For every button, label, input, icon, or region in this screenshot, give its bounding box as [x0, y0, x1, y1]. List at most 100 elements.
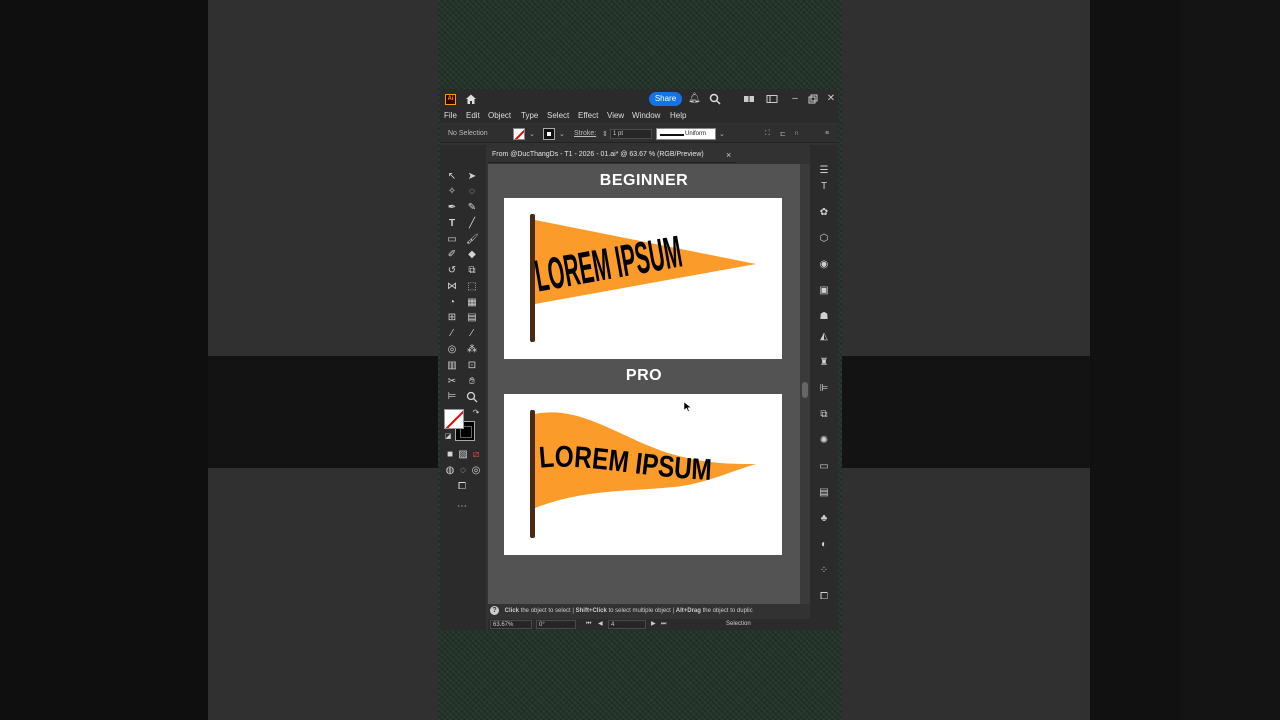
variable-width-profile[interactable]: Uniform [656, 128, 716, 140]
color-guide-panel-icon[interactable]: ◭ [818, 331, 830, 343]
character-panel-icon[interactable]: T [818, 181, 830, 193]
draw-inside-icon[interactable]: ◎ [470, 465, 482, 477]
grid-panel-icon[interactable]: ⁘ [818, 565, 830, 577]
help-icon[interactable]: ? [490, 606, 499, 615]
stroke-label[interactable]: Stroke: [574, 130, 596, 137]
bell-icon[interactable]: 🔔︎ [688, 93, 701, 105]
stroke-weight-input[interactable]: 1 pt [610, 129, 652, 139]
gradient-tool-icon[interactable]: ▤ [466, 312, 478, 324]
symbol-sprayer-tool-icon[interactable]: ⁂ [466, 344, 478, 356]
restore-icon[interactable] [807, 93, 819, 105]
first-artboard-icon[interactable]: ⏮ [586, 619, 591, 630]
fill-color-well[interactable] [444, 409, 464, 429]
appearance-panel-icon[interactable]: ✺ [818, 435, 830, 447]
rotate-tool-icon[interactable]: ↺ [446, 265, 458, 277]
free-transform-tool-icon[interactable]: ⬚ [466, 281, 478, 293]
properties-panel-icon[interactable]: ☰ [818, 165, 830, 177]
menu-object[interactable]: Object [488, 111, 511, 120]
curvature-tool-icon[interactable]: ✎ [466, 202, 478, 214]
align-tool-icon[interactable]: ⊨ [446, 391, 458, 403]
paintbrush-tool-icon[interactable]: 🖌︎ [466, 234, 479, 246]
shaper-tool-icon[interactable]: ✐ [446, 249, 458, 261]
direct-selection-tool-icon[interactable]: ➤ [466, 171, 478, 183]
pen-tool-icon[interactable]: ✒ [446, 202, 458, 214]
transform-icon[interactable]: ⛶ [765, 130, 770, 138]
rotation-field[interactable]: 0° [536, 620, 576, 629]
vertical-scrollbar[interactable] [800, 164, 810, 604]
draw-normal-icon[interactable]: ◍ [444, 465, 456, 477]
puppet-panel-icon[interactable]: ♜ [818, 357, 830, 369]
blend-tool-icon[interactable]: ◎ [446, 344, 458, 356]
align-panel-icon[interactable]: ⊫ [818, 383, 830, 395]
column-graph-tool-icon[interactable]: ▥ [446, 360, 458, 372]
measure-tool-icon[interactable]: ∕ [466, 328, 478, 340]
artboard-beginner[interactable]: LOREM IPSUM [504, 198, 782, 359]
stroke-stepper-icon[interactable]: ⇕ [602, 130, 608, 138]
close-tab-icon[interactable]: × [726, 147, 731, 163]
artboard-tool-icon[interactable]: ⊡ [466, 360, 478, 372]
swap-fill-stroke-icon[interactable]: ↷ [470, 407, 482, 419]
screen-mode-icon[interactable]: ⧠ [456, 481, 468, 493]
color-mode-icon[interactable]: ■ [444, 449, 456, 461]
menu-file[interactable]: File [444, 111, 457, 120]
width-tool-icon[interactable]: ⋈ [446, 281, 458, 293]
export-panel-icon[interactable]: ⧠ [818, 591, 830, 603]
stroke-swatch[interactable] [543, 128, 555, 140]
shape-builder-tool-icon[interactable]: ◔ [446, 297, 458, 309]
type-tool-icon[interactable]: T [446, 218, 458, 230]
fill-dropdown-chevron-icon[interactable]: ⌄ [529, 130, 535, 138]
hand-tool-icon[interactable]: ✋︎ [466, 376, 478, 388]
previous-artboard-icon[interactable]: ◀ [598, 619, 603, 630]
swatches-panel-icon[interactable]: ☗ [818, 311, 830, 323]
menu-effect[interactable]: Effect [578, 111, 598, 120]
rectangle-tool-icon[interactable]: ▭ [446, 234, 458, 246]
color-panel-icon[interactable]: ◉ [818, 259, 830, 271]
fill-swatch[interactable] [513, 128, 525, 140]
stroke-dropdown-chevron-icon[interactable]: ⌄ [559, 130, 565, 138]
minimize-icon[interactable]: – [789, 93, 801, 105]
pennant-pro[interactable]: LOREM IPSUM [504, 394, 782, 555]
selection-tool-icon[interactable]: ↖ [446, 171, 458, 183]
next-artboard-icon[interactable]: ▶ [651, 619, 656, 630]
last-artboard-icon[interactable]: ⏭ [661, 619, 666, 630]
profile-dropdown-chevron-icon[interactable]: ⌄ [719, 130, 725, 138]
pennant-beginner[interactable]: LOREM IPSUM [504, 198, 782, 359]
search-icon[interactable] [709, 93, 721, 105]
zoom-tool-icon[interactable] [466, 391, 478, 403]
menu-help[interactable]: Help [670, 111, 686, 120]
mesh-tool-icon[interactable]: ⊞ [446, 312, 458, 324]
menu-view[interactable]: View [607, 111, 624, 120]
line-segment-tool-icon[interactable]: ╱ [466, 218, 478, 230]
canvas[interactable]: BEGINNER LOREM IPSUM PRO LOREM IPSUM [488, 164, 800, 604]
artboard-pro[interactable]: LOREM IPSUM [504, 394, 782, 555]
close-window-icon[interactable]: ✕ [825, 93, 837, 105]
menu-select[interactable]: Select [547, 111, 569, 120]
zoom-level-field[interactable]: 63.67% [490, 620, 532, 629]
scrollbar-thumb[interactable] [802, 382, 808, 398]
symbols-panel-icon[interactable]: ♣ [818, 513, 830, 525]
align-icon[interactable]: ⊏ [780, 130, 786, 138]
eyedropper-tool-icon[interactable]: ⁄ [446, 328, 458, 340]
gradient-panel-icon[interactable]: ▭ [818, 461, 830, 473]
transparency-panel-icon[interactable]: ▤ [818, 487, 830, 499]
document-tab[interactable]: From @DucThangDs - T1 - 2026 - 01.ai* @ … [488, 147, 736, 163]
menu-edit[interactable]: Edit [466, 111, 480, 120]
lasso-tool-icon[interactable]: ◌ [466, 186, 478, 198]
perspective-grid-tool-icon[interactable]: ▦ [466, 297, 478, 309]
draw-behind-icon[interactable]: ◌ [457, 465, 469, 477]
scale-tool-icon[interactable]: ⧉ [466, 265, 478, 277]
pathfinder-panel-icon[interactable]: ⧉ [818, 409, 830, 421]
brushes-panel-icon[interactable]: ✿ [818, 207, 830, 219]
arrange-documents-icon[interactable] [743, 93, 755, 105]
menu-window[interactable]: Window [632, 111, 660, 120]
gradient-mode-icon[interactable]: ▨ [457, 449, 469, 461]
workspace-icon[interactable] [766, 93, 778, 105]
graphic-styles-panel-icon[interactable]: ◐ [818, 539, 830, 551]
slice-tool-icon[interactable]: ✂ [446, 376, 458, 388]
eraser-tool-icon[interactable]: ◆ [466, 249, 478, 261]
edit-toolbar-icon[interactable]: ⋯ [456, 501, 468, 513]
menu-type[interactable]: Type [521, 111, 538, 120]
share-button[interactable]: Share [649, 92, 682, 106]
snap-icon[interactable]: ∩ [794, 130, 799, 137]
default-fill-stroke-icon[interactable]: ◪ [442, 431, 454, 443]
